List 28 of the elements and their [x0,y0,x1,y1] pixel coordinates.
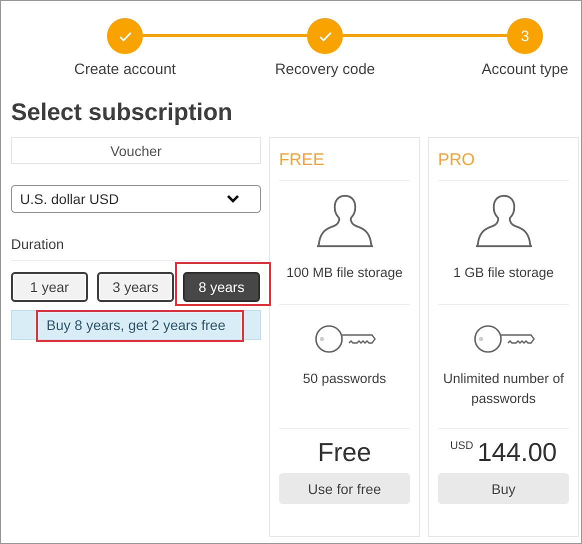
step-label: Recovery code [274,61,376,78]
duration-button[interactable]: 8 years [183,272,260,302]
plan-name: PRO [438,138,569,181]
person-icon [476,193,532,249]
step-number: 3 [520,28,530,44]
promo-text: Buy 8 years, get 2 years free [46,317,226,333]
chevron-down-icon [226,194,240,204]
plan-button[interactable]: Buy [438,473,569,504]
key-icon [314,323,376,355]
currency-dropdown[interactable]: U.S. dollar USD [11,185,261,213]
page-title: Select subscription [11,99,234,127]
step-label: Create account [74,61,176,78]
plan-button[interactable]: Use for free [279,473,410,504]
feature-text: Unlimited number of passwords [442,370,565,408]
price-amount: Free [318,437,372,468]
voucher-field[interactable]: Voucher [11,137,261,164]
duration-button[interactable]: 1 year [11,272,88,302]
key-icon [472,323,534,355]
duration-label: Duration [11,236,261,261]
person-icon [316,193,372,249]
feature-text: 100 MB file storage [286,264,403,282]
feature-text: 1 GB file storage [453,264,554,282]
currency-label: USD [450,440,474,452]
plan-name: FREE [279,138,410,181]
step-label: Account type [482,61,568,78]
duration-button[interactable]: 3 years [97,272,174,302]
price-amount: 144.00 [477,437,557,468]
feature-text: 50 passwords [302,370,386,388]
